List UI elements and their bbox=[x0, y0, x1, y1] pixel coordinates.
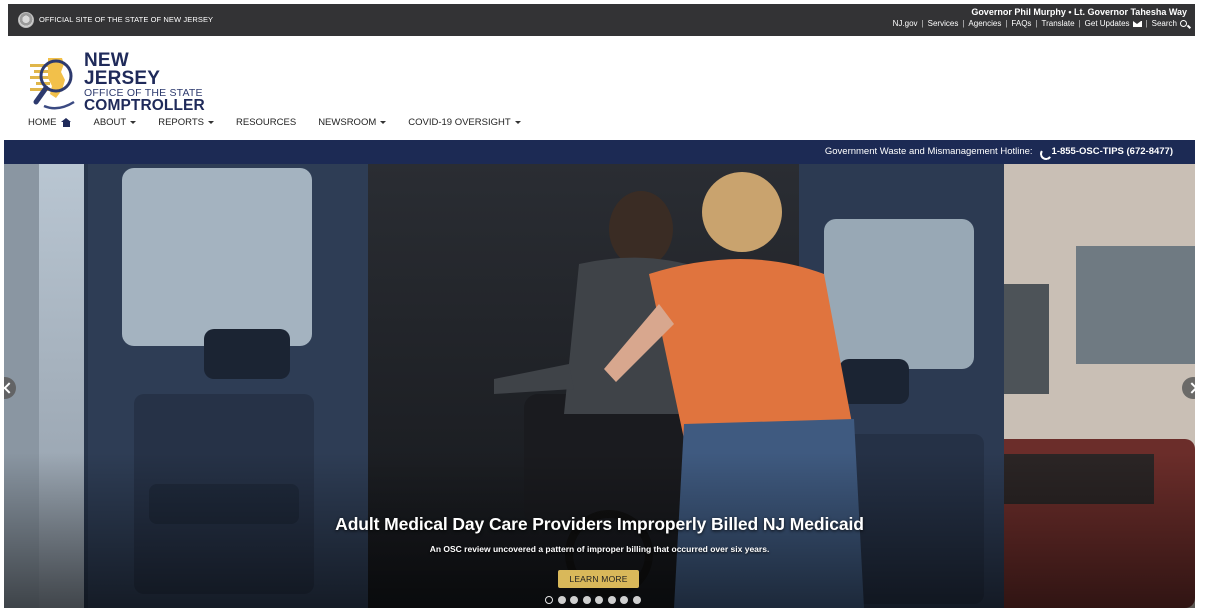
nav-resources[interactable]: RESOURCES bbox=[236, 117, 296, 128]
comptroller-emblem-icon bbox=[30, 58, 75, 110]
phone-icon bbox=[1039, 147, 1048, 156]
caret-down-icon bbox=[130, 121, 137, 124]
osc-logo[interactable]: NEW JERSEY OFFICE OF THE STATE COMPTROLL… bbox=[28, 50, 208, 114]
divider: | bbox=[921, 19, 924, 28]
carousel-dot[interactable] bbox=[595, 596, 603, 604]
nav-home[interactable]: HOME bbox=[28, 117, 72, 128]
official-site-label: OFFICIAL SITE OF THE STATE OF NEW JERSEY bbox=[39, 15, 214, 24]
divider: | bbox=[1035, 19, 1038, 28]
top-link-services[interactable]: Services bbox=[928, 19, 959, 28]
caret-down-icon bbox=[380, 121, 387, 124]
carousel-dot[interactable] bbox=[620, 596, 628, 604]
caret-down-icon bbox=[208, 121, 214, 124]
hero-carousel: Adult Medical Day Care Providers Imprope… bbox=[4, 164, 1195, 608]
top-link-get-updates[interactable]: Get Updates bbox=[1085, 19, 1142, 28]
hotline-label: Government Waste and Mismanagement Hotli… bbox=[824, 146, 1033, 157]
nav-covid-oversight[interactable]: COVID-19 OVERSIGHT bbox=[408, 117, 521, 128]
divider: | bbox=[1145, 19, 1148, 28]
top-link-agencies[interactable]: Agencies bbox=[968, 19, 1001, 28]
logo-line-1: NEW JERSEY bbox=[84, 50, 161, 89]
carousel-dot[interactable] bbox=[582, 596, 591, 604]
carousel-dot[interactable] bbox=[545, 596, 553, 604]
carousel-dot[interactable] bbox=[557, 596, 566, 604]
top-link-faqs[interactable]: FAQs bbox=[1011, 19, 1031, 28]
caret-down-icon bbox=[514, 121, 521, 124]
logo-line-3: COMPTROLLER bbox=[84, 97, 205, 114]
divider: | bbox=[962, 19, 965, 28]
top-links: NJ.gov | Services | Agencies | FAQs | Tr… bbox=[893, 19, 1187, 28]
hero-title: Adult Medical Day Care Providers Imprope… bbox=[335, 514, 864, 534]
nav-newsroom[interactable]: NEWSROOM bbox=[318, 117, 387, 128]
nav-about[interactable]: ABOUT bbox=[94, 117, 137, 128]
nj-seal-icon bbox=[18, 12, 34, 28]
hotline-number[interactable]: 1-855-OSC-TIPS (672-8477) bbox=[1052, 146, 1173, 157]
hotline-text: Government Waste and Mismanagement Hotli… bbox=[825, 146, 1173, 157]
carousel-dot[interactable] bbox=[570, 596, 578, 604]
top-link-njgov[interactable]: NJ.gov bbox=[893, 19, 918, 28]
hero-subtitle: An OSC review uncovered a pattern of imp… bbox=[429, 544, 770, 554]
logo-wordmark: NEW JERSEY OFFICE OF THE STATE COMPTROLL… bbox=[84, 50, 208, 114]
official-site-bar: OFFICIAL SITE OF THE STATE OF NEW JERSEY… bbox=[8, 4, 1195, 36]
hero-caption: Adult Medical Day Care Providers Imprope… bbox=[4, 514, 1195, 554]
hotline-bar: Government Waste and Mismanagement Hotli… bbox=[4, 140, 1195, 164]
carousel-dot[interactable] bbox=[632, 596, 641, 604]
top-link-search[interactable]: Search bbox=[1152, 19, 1187, 28]
nav-reports[interactable]: REPORTS bbox=[158, 117, 214, 128]
carousel-indicators bbox=[545, 596, 645, 604]
home-icon bbox=[60, 118, 72, 127]
envelope-icon bbox=[1132, 20, 1142, 27]
divider: | bbox=[1078, 19, 1081, 28]
carousel-dot[interactable] bbox=[607, 596, 616, 604]
top-link-translate[interactable]: Translate bbox=[1042, 19, 1075, 28]
learn-more-button[interactable]: LEARN MORE bbox=[558, 570, 639, 588]
divider: | bbox=[1005, 19, 1008, 28]
main-nav: HOME ABOUT REPORTS RESOURCES NEWSROOM CO… bbox=[28, 117, 543, 128]
governor-label: Governor Phil Murphy • Lt. Governor Tahe… bbox=[971, 7, 1187, 17]
search-icon bbox=[1180, 20, 1187, 27]
